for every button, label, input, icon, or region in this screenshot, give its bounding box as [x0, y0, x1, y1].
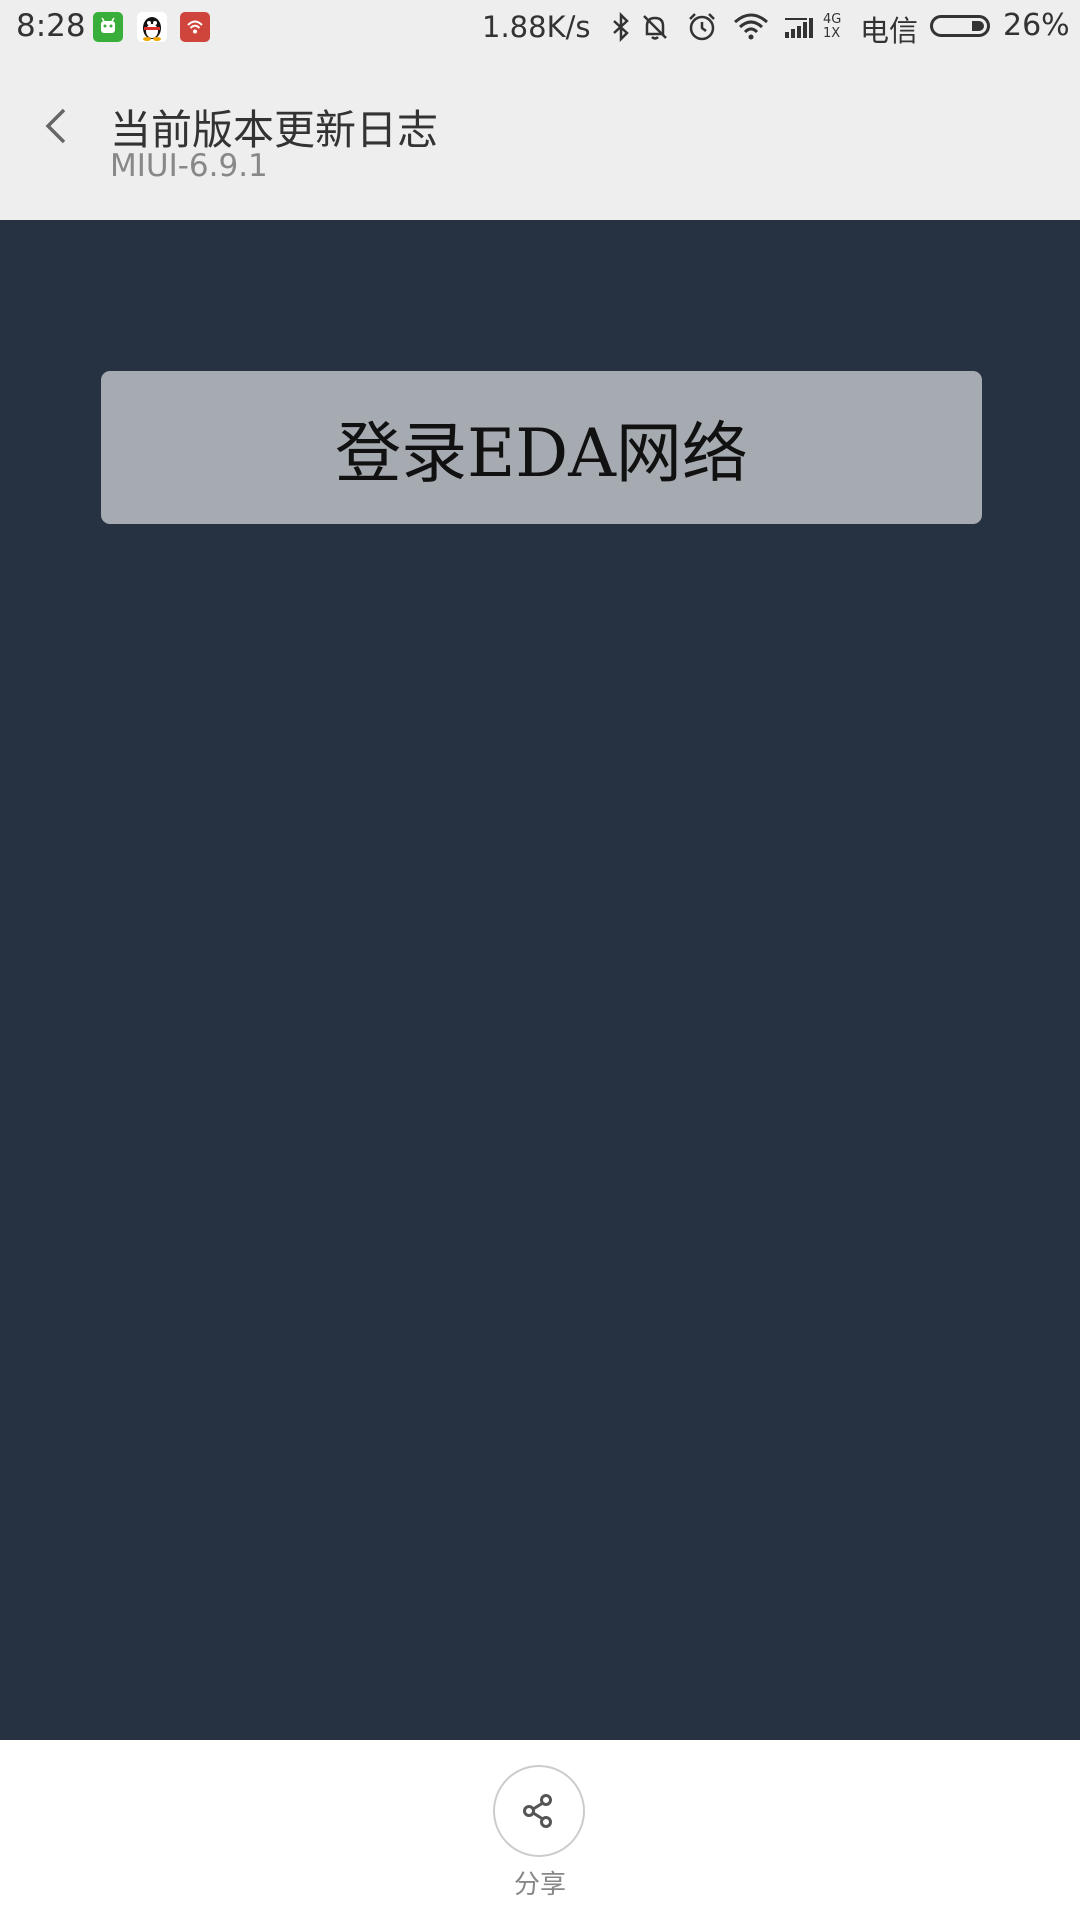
status-bar: 8:28 1.88K/s 4G 1X 电信 26% [0, 0, 1080, 56]
webview-content: 登录EDA网络 [0, 220, 1080, 1740]
4g-1x-icon: 4G 1X [823, 13, 851, 47]
qq-icon [137, 12, 167, 42]
alarm-icon [685, 10, 719, 44]
share-icon [523, 1794, 552, 1828]
share-label[interactable]: 分享 [0, 1864, 1080, 1901]
title-bar: 当前版本更新日志 MIUI-6.9.1 [0, 56, 1080, 220]
wifi-hotspot-app-icon [180, 12, 210, 42]
page-subtitle: MIUI-6.9.1 [110, 148, 268, 184]
battery-percent: 26% [1003, 8, 1070, 43]
network-type-top: 4G [823, 12, 842, 27]
wifi-icon [732, 10, 768, 44]
login-eda-network-button[interactable]: 登录EDA网络 [101, 371, 982, 524]
battery-icon [930, 15, 990, 37]
bluetooth-icon [604, 10, 638, 44]
status-time: 8:28 [16, 8, 86, 44]
page-title: 当前版本更新日志 [110, 106, 438, 154]
back-arrow-icon [45, 108, 66, 144]
carrier-name: 电信 [860, 14, 919, 48]
battery-level [972, 21, 984, 31]
bottom-bar: 分享 [0, 1740, 1080, 1920]
signal-icon [783, 10, 819, 44]
mute-icon [638, 10, 672, 44]
back-button[interactable] [30, 90, 86, 154]
share-button[interactable] [493, 1765, 585, 1857]
network-type-bottom: 1X [823, 26, 841, 41]
green-app-icon [93, 12, 123, 42]
network-speed: 1.88K/s [482, 10, 591, 44]
